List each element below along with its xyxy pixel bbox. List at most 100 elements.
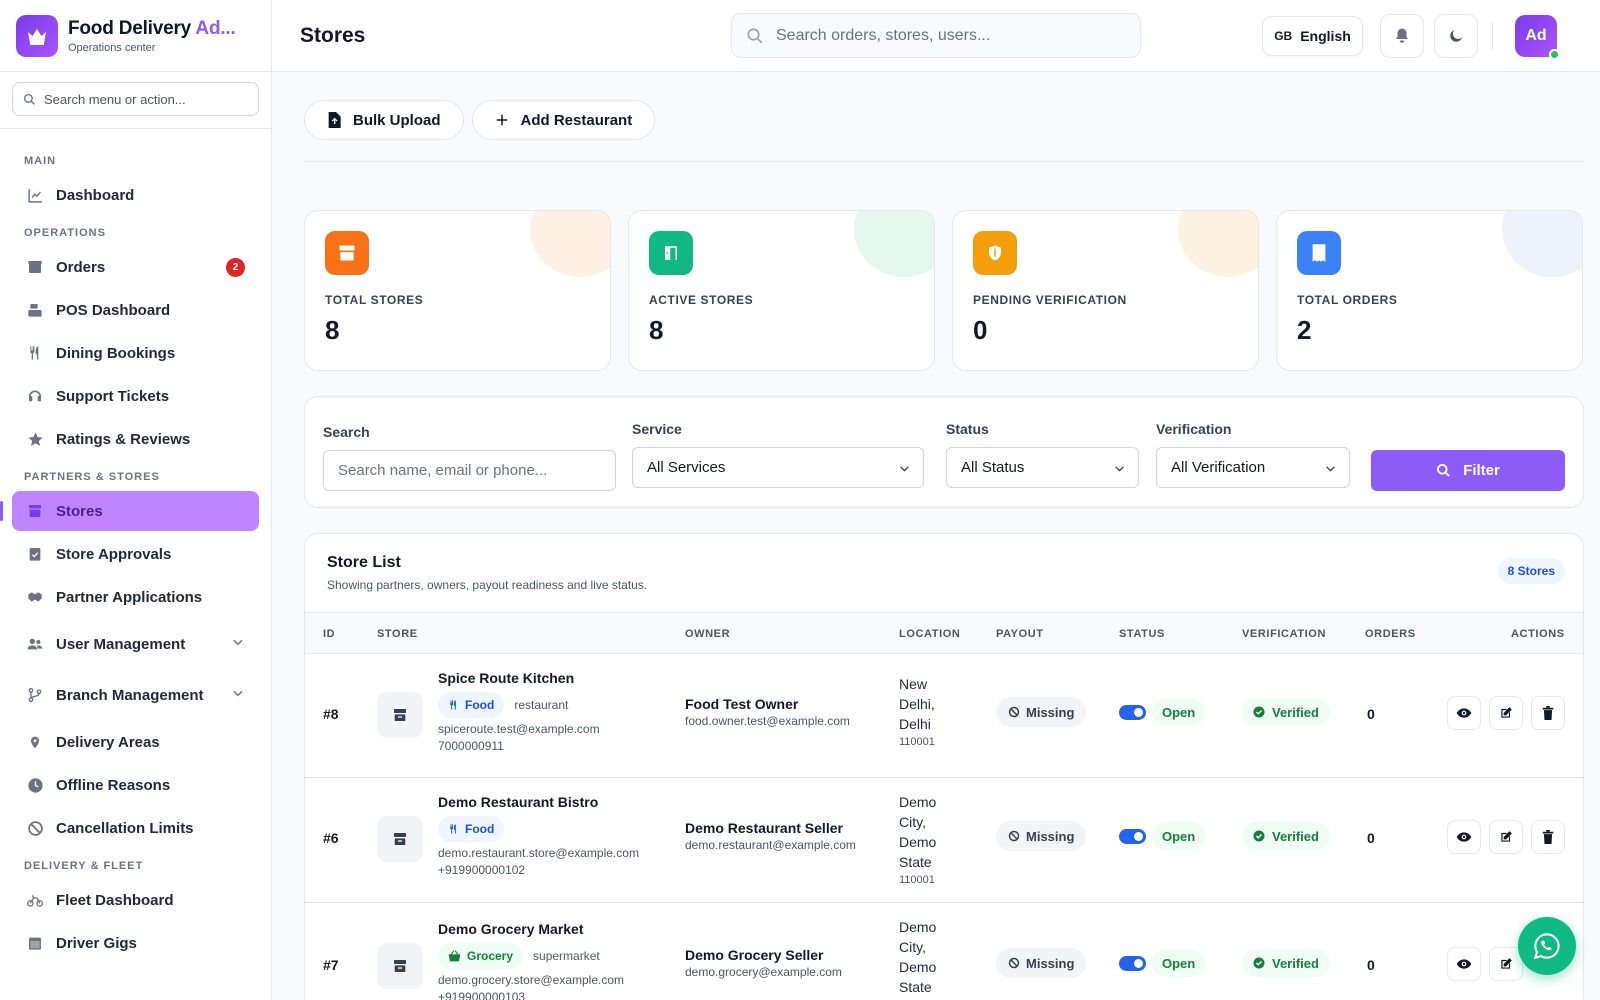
chevron-down-icon — [231, 635, 245, 653]
col-id: ID — [323, 628, 336, 640]
nav-section-main: MAIN — [24, 155, 57, 167]
global-search-input[interactable] — [776, 26, 1116, 45]
store-phone: +919900000102 — [438, 863, 526, 877]
edit-button[interactable] — [1489, 696, 1523, 730]
sidebar-item-label: Support Tickets — [56, 387, 170, 405]
service-selected: All Services — [647, 459, 726, 476]
delete-button[interactable] — [1531, 696, 1565, 730]
decorative-blob — [854, 211, 934, 277]
receipt-icon — [1297, 231, 1341, 275]
bulk-upload-button[interactable]: Bulk Upload — [304, 100, 464, 140]
trash-icon — [1542, 706, 1554, 720]
store-id: #8 — [323, 706, 339, 722]
col-payout: PAYOUT — [996, 628, 1044, 640]
view-button[interactable] — [1447, 947, 1481, 981]
ban-icon — [1008, 957, 1020, 969]
status-toggle[interactable] — [1119, 955, 1146, 971]
sidebar-item-delivery-areas[interactable]: Delivery Areas — [12, 722, 259, 762]
stat-value: 8 — [649, 315, 664, 345]
sidebar-item-driver-gigs[interactable]: Driver Gigs — [12, 923, 259, 963]
service-select[interactable]: All Services — [632, 447, 924, 488]
store-name[interactable]: Demo Restaurant Bistro — [438, 794, 668, 810]
eye-icon — [1456, 708, 1472, 718]
store-search-input[interactable] — [338, 462, 601, 479]
store-name[interactable]: Spice Route Kitchen — [438, 670, 668, 686]
status-badge: Open — [1152, 949, 1206, 977]
stat-label: ACTIVE STORES — [649, 293, 754, 307]
add-restaurant-button[interactable]: Add Restaurant — [471, 100, 656, 140]
sidebar-item-cancellation-limits[interactable]: Cancellation Limits — [12, 808, 259, 848]
store-icon — [377, 943, 423, 989]
store-list-subtitle: Showing partners, owners, payout readine… — [327, 578, 648, 592]
status-toggle[interactable] — [1119, 828, 1146, 844]
view-button[interactable] — [1447, 696, 1481, 730]
store-list-card: Store List Showing partners, owners, pay… — [304, 533, 1584, 1000]
filters-panel: Search Service All Services Status All S… — [304, 396, 1584, 508]
table-row: #7 Demo Grocery Market Grocery supermark… — [305, 903, 1583, 1000]
order-count: 0 — [1367, 957, 1375, 973]
utensils-icon — [450, 700, 456, 710]
stat-card-total-stores: TOTAL STORES 8 — [304, 210, 611, 371]
chevron-down-icon — [231, 686, 245, 704]
search-icon — [23, 93, 35, 105]
sidebar-item-dashboard[interactable]: Dashboard — [12, 175, 259, 215]
nav-section-partners: PARTNERS & STORES — [24, 471, 160, 483]
clock-icon — [26, 776, 44, 794]
brand-subtitle: Operations center — [68, 41, 156, 54]
sidebar-item-fleet[interactable]: Fleet Dashboard — [12, 880, 259, 920]
store-location: New Delhi, Delhi 110001 — [899, 676, 935, 748]
sidebar-item-branch-management[interactable]: Branch Management — [12, 671, 259, 719]
store-id: #6 — [323, 830, 339, 846]
owner-name: Food Test Owner — [685, 696, 799, 712]
online-indicator — [1549, 49, 1560, 60]
delete-button[interactable] — [1531, 820, 1565, 854]
sidebar-item-label: Driver Gigs — [56, 934, 137, 952]
theme-toggle-button[interactable] — [1434, 14, 1478, 58]
sidebar-item-support[interactable]: Support Tickets — [12, 376, 259, 416]
headset-icon — [26, 387, 44, 405]
sidebar-item-pos[interactable]: POS Dashboard — [12, 290, 259, 330]
verification-selected: All Verification — [1171, 459, 1266, 476]
view-button[interactable] — [1447, 820, 1481, 854]
whatsapp-chat-button[interactable] — [1518, 917, 1576, 975]
ban-icon — [1008, 830, 1020, 842]
status-selected: All Status — [961, 459, 1025, 476]
status-select[interactable]: All Status — [946, 447, 1139, 488]
sidebar-item-label: Partner Applications — [56, 588, 203, 606]
sidebar-item-offline-reasons[interactable]: Offline Reasons — [12, 765, 259, 805]
sidebar-item-user-management[interactable]: User Management — [12, 620, 259, 668]
sidebar-item-stores[interactable]: Stores — [0, 491, 259, 531]
sidebar-item-dining[interactable]: Dining Bookings — [12, 333, 259, 373]
col-verification: VERIFICATION — [1242, 628, 1326, 640]
sidebar-item-label: Store Approvals — [56, 545, 172, 563]
divider — [304, 161, 1584, 162]
sidebar-item-label: Delivery Areas — [56, 733, 160, 751]
whatsapp-icon — [1533, 933, 1560, 960]
store-email: spiceroute.test@example.com — [438, 722, 600, 736]
owner-email: demo.grocery@example.com — [685, 965, 842, 979]
sidebar-search-input[interactable] — [44, 91, 244, 107]
status-toggle[interactable] — [1119, 704, 1146, 720]
edit-button[interactable] — [1489, 820, 1523, 854]
sidebar-item-orders[interactable]: Orders 2 — [12, 247, 259, 287]
utensils-icon — [26, 344, 44, 362]
status-label: Status — [946, 421, 989, 437]
store-name[interactable]: Demo Grocery Market — [438, 921, 668, 937]
bell-icon — [1396, 28, 1408, 43]
filter-button[interactable]: Filter — [1371, 450, 1565, 491]
verification-select[interactable]: All Verification — [1156, 447, 1350, 488]
utensils-icon — [450, 824, 456, 834]
sidebar-item-ratings[interactable]: Ratings & Reviews — [12, 419, 259, 459]
crown-icon — [16, 14, 58, 57]
sidebar-nav: MAIN Dashboard OPERATIONS Orders 2 POS D… — [0, 129, 271, 963]
table-header: ID STORE OWNER LOCATION PAYOUT STATUS VE… — [305, 612, 1583, 654]
sidebar-item-approvals[interactable]: Store Approvals — [12, 534, 259, 574]
notifications-button[interactable] — [1380, 14, 1424, 58]
users-icon — [26, 635, 44, 653]
language-selector[interactable]: GB English — [1262, 16, 1363, 56]
stat-card-pending-verification: PENDING VERIFICATION 0 — [952, 210, 1259, 371]
sidebar-item-partner-applications[interactable]: Partner Applications — [12, 577, 259, 617]
store-icon — [325, 231, 369, 275]
avatar[interactable]: Ad — [1515, 15, 1560, 60]
sidebar-item-label: Dashboard — [56, 186, 135, 204]
